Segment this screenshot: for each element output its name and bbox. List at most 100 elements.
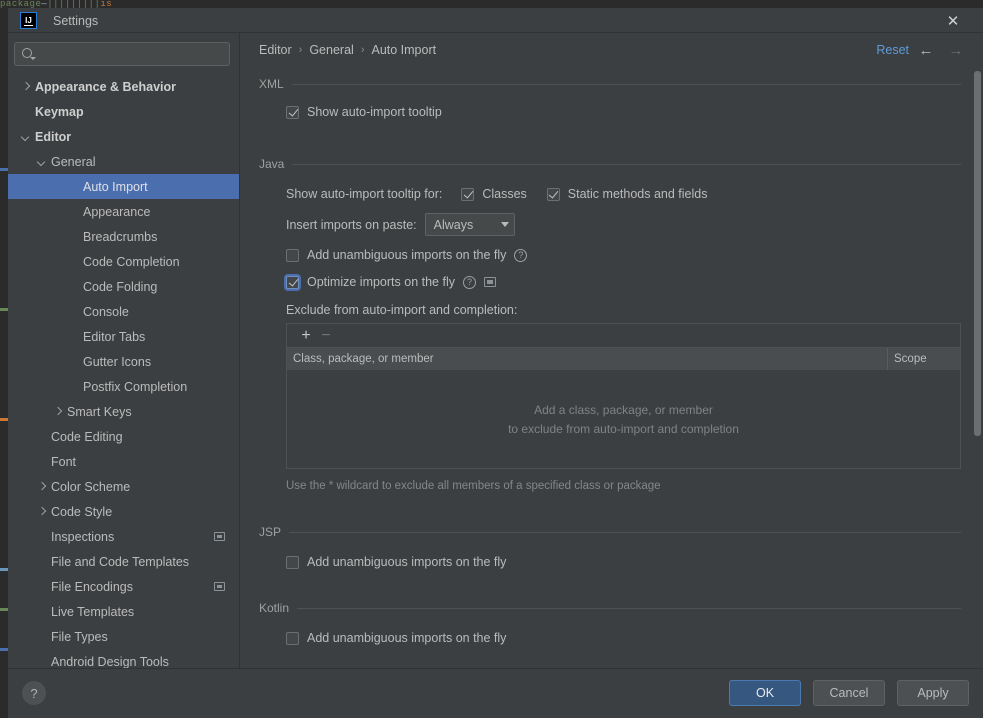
checkbox-optimize-imports-on-the-fly[interactable] <box>286 275 299 289</box>
checkbox-xml-show-auto-import-tooltip[interactable] <box>286 105 299 119</box>
checkbox-java-add-unambiguous-imports[interactable] <box>286 248 299 262</box>
sidebar-item-editor[interactable]: Editor <box>8 124 240 149</box>
checkbox-kotlin-add-unambiguous-imports[interactable] <box>286 631 299 645</box>
add-exclusion-button[interactable]: + <box>296 326 316 346</box>
sidebar-item-appearance[interactable]: Appearance <box>8 199 240 224</box>
checkbox-static-methods-and-fields[interactable] <box>546 187 560 201</box>
sidebar-item-label: File Types <box>51 629 108 644</box>
search-box[interactable] <box>14 42 230 66</box>
ok-button[interactable]: OK <box>729 680 801 706</box>
group-kotlin: Kotlin <box>259 601 961 615</box>
settings-scroll-area: XML Show auto-import tooltip Java Show a… <box>240 67 983 668</box>
jsp-add-unambiguous-row[interactable]: Add unambiguous imports on the fly <box>286 555 961 569</box>
arrow-right-icon[interactable]: → <box>943 37 969 63</box>
sidebar-item-android-design-tools[interactable]: Android Design Tools <box>8 649 240 669</box>
sidebar-item-label: File and Code Templates <box>51 554 190 569</box>
cancel-button[interactable]: Cancel <box>813 680 885 706</box>
java-add-unambiguous-row[interactable]: Add unambiguous imports on the fly ? <box>286 248 961 262</box>
sidebar-item-label: Auto Import <box>83 179 148 194</box>
sidebar-item-general[interactable]: General <box>8 149 240 174</box>
checkbox-classes[interactable] <box>461 187 475 201</box>
java-tooltip-for-row: Show auto-import tooltip for: Classes St… <box>286 187 961 201</box>
footer-divider <box>8 668 983 669</box>
reset-link[interactable]: Reset <box>876 43 909 57</box>
scrollbar-thumb[interactable] <box>974 71 981 436</box>
sidebar-item-color-scheme[interactable]: Color Scheme <box>8 474 240 499</box>
sidebar-item-gutter-icons[interactable]: Gutter Icons <box>8 349 240 374</box>
label-exclude-from-auto-import: Exclude from auto-import and completion: <box>286 303 518 317</box>
sidebar-item-font[interactable]: Font <box>8 449 240 474</box>
remove-exclusion-button[interactable]: − <box>316 326 336 346</box>
sidebar-item-label: Appearance <box>83 204 151 219</box>
search-icon <box>21 47 36 61</box>
sidebar-item-keymap[interactable]: Keymap <box>8 99 240 124</box>
sidebar-item-label: Code Editing <box>51 429 123 444</box>
kotlin-add-unambiguous-row[interactable]: Add unambiguous imports on the fly <box>286 631 961 645</box>
help-button[interactable]: ? <box>22 681 46 705</box>
checkbox-jsp-add-unambiguous-imports[interactable] <box>286 555 299 569</box>
search-input[interactable] <box>40 47 223 61</box>
sidebar-item-label: Live Templates <box>51 604 135 619</box>
code-token: ıs <box>100 0 113 8</box>
sidebar-item-code-completion[interactable]: Code Completion <box>8 249 240 274</box>
group-java: Java <box>259 157 961 171</box>
chevron-right-icon[interactable] <box>36 481 47 492</box>
column-header-scope[interactable]: Scope <box>888 348 960 370</box>
breadcrumb-separator: › <box>298 44 303 56</box>
sidebar-item-file-and-code-templates[interactable]: File and Code Templates <box>8 549 240 574</box>
sidebar-item-appearance-behavior[interactable]: Appearance & Behavior <box>8 74 240 99</box>
apply-button[interactable]: Apply <box>897 680 969 706</box>
arrow-left-icon[interactable]: ← <box>913 37 939 63</box>
sidebar-item-live-templates[interactable]: Live Templates <box>8 599 240 624</box>
chevron-down-icon[interactable] <box>20 131 31 142</box>
sidebar-item-smart-keys[interactable]: Smart Keys <box>8 399 240 424</box>
chevron-right-icon[interactable] <box>36 506 47 517</box>
sidebar-item-breadcrumbs[interactable]: Breadcrumbs <box>8 224 240 249</box>
chevron-right-icon[interactable] <box>52 406 63 417</box>
group-divider <box>289 531 961 533</box>
sidebar-item-file-encodings[interactable]: File Encodings <box>8 574 240 599</box>
help-icon[interactable]: ? <box>514 248 528 262</box>
sidebar-item-inspections[interactable]: Inspections <box>8 524 240 549</box>
select-insert-imports-on-paste[interactable]: Always <box>424 213 515 236</box>
sidebar-item-label: Appearance & Behavior <box>35 79 177 94</box>
exclusion-table-toolbar: + − <box>287 324 960 348</box>
sidebar-item-postfix-completion[interactable]: Postfix Completion <box>8 374 240 399</box>
sidebar-item-editor-tabs[interactable]: Editor Tabs <box>8 324 240 349</box>
sidebar-item-console[interactable]: Console <box>8 299 240 324</box>
dialog-body: Appearance & Behavior Keymap Editor General… <box>8 33 983 668</box>
breadcrumb-item-1[interactable]: General <box>309 43 353 57</box>
settings-sidebar: Appearance & Behavior Keymap Editor General… <box>8 33 240 668</box>
dialog-titlebar: IJ Settings ✕ <box>8 8 983 33</box>
vertical-scrollbar[interactable] <box>972 67 983 668</box>
breadcrumb-item-0[interactable]: Editor <box>259 43 292 57</box>
sidebar-item-code-folding[interactable]: Code Folding <box>8 274 240 299</box>
project-scope-icon <box>214 532 225 541</box>
chevron-right-icon[interactable] <box>20 81 31 92</box>
settings-tree[interactable]: Appearance & Behavior Keymap Editor General… <box>8 74 240 668</box>
sidebar-item-code-editing[interactable]: Code Editing <box>8 424 240 449</box>
sidebar-item-auto-import[interactable]: Auto Import <box>8 174 240 199</box>
column-header-class-package-member[interactable]: Class, package, or member <box>287 348 888 370</box>
java-optimize-imports-row[interactable]: Optimize imports on the fly ? <box>286 275 961 289</box>
select-value: Always <box>433 217 474 232</box>
sidebar-item-label: File Encodings <box>51 579 133 594</box>
chevron-down-icon[interactable] <box>36 156 47 167</box>
close-icon[interactable]: ✕ <box>933 8 973 33</box>
checkbox-label: Optimize imports on the fly <box>307 275 455 289</box>
checkbox-label: Show auto-import tooltip <box>307 105 442 119</box>
sidebar-item-file-types[interactable]: File Types <box>8 624 240 649</box>
background-left-strip <box>0 8 8 718</box>
sidebar-item-code-style[interactable]: Code Style <box>8 499 240 524</box>
sidebar-item-label: Smart Keys <box>67 404 132 419</box>
help-icon[interactable]: ? <box>462 275 476 289</box>
sidebar-item-label: Gutter Icons <box>83 354 152 369</box>
xml-show-tooltip-row[interactable]: Show auto-import tooltip <box>286 105 961 119</box>
